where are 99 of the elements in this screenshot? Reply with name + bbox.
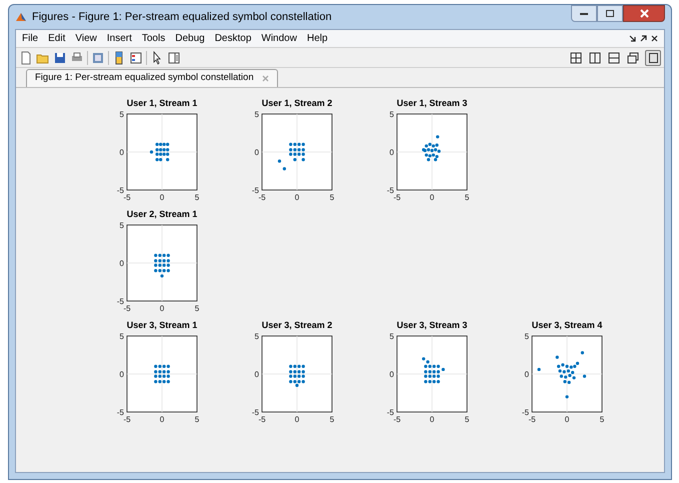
tick-label: -5 [123, 193, 131, 202]
tick-label: -5 [386, 186, 394, 195]
grid-layout-icon[interactable] [569, 50, 583, 64]
tick-label: 0 [430, 415, 434, 424]
tick-label: 5 [194, 304, 200, 313]
data-point [565, 395, 569, 398]
tick-label: 0 [120, 259, 124, 268]
chart-title: User 3, Stream 3 [396, 320, 468, 331]
tick-label: 0 [254, 148, 259, 157]
tick-label: 0 [430, 193, 434, 202]
menu-item[interactable]: Debug [175, 31, 205, 46]
tick-label: -5 [386, 408, 394, 417]
data-point [302, 158, 305, 162]
tick-label: 0 [120, 148, 124, 157]
close-button[interactable] [623, 5, 665, 22]
tick-label: 0 [294, 415, 300, 424]
rows-layout-icon[interactable] [607, 50, 621, 64]
tick-label: -5 [393, 415, 401, 424]
property-panel-icon[interactable] [167, 50, 181, 64]
menu-item[interactable]: Help [306, 31, 328, 46]
data-point [166, 158, 170, 162]
data-point [160, 274, 164, 278]
menu-item[interactable]: Insert [106, 31, 132, 46]
tick-label: 0 [390, 148, 394, 157]
tick-label: 0 [160, 193, 164, 202]
tick-label: -5 [123, 415, 131, 424]
tick-label: -5 [522, 408, 529, 417]
dock-arrow-icon[interactable] [629, 35, 636, 42]
window-title: Figures - Figure 1: Per-stream equalized symbol constellation [32, 10, 332, 25]
chart-title: User 3, Stream 1 [126, 320, 198, 331]
minimize-button[interactable] [571, 5, 597, 22]
data-point [556, 356, 559, 359]
chart-title: User 1, Stream 2 [260, 98, 334, 109]
close-icon[interactable] [651, 35, 658, 42]
tick-label: -5 [116, 297, 124, 306]
data-point [293, 158, 296, 162]
tick-label: 5 [390, 332, 394, 341]
maximize-layout-button[interactable] [645, 50, 661, 66]
tick-label: 0 [120, 370, 124, 379]
close-icon [640, 9, 648, 18]
data-point [537, 368, 541, 372]
data-point [582, 374, 586, 378]
tick-label: -5 [393, 193, 401, 202]
tick-label: -5 [258, 193, 266, 202]
chart-title: User 1, Stream 3 [396, 98, 468, 109]
tick-label: 0 [254, 370, 259, 379]
chart-title: User 2, Stream 1 [126, 209, 198, 220]
tick-label: 5 [464, 415, 470, 424]
chart-title: User 1, Stream 1 [126, 98, 198, 109]
tick-label: -5 [116, 408, 124, 417]
data-point [150, 150, 154, 154]
tick-label: 5 [194, 193, 200, 202]
tick-label: 5 [600, 415, 604, 424]
chart-title: User 3, Stream 4 [530, 320, 604, 331]
menu-item[interactable]: File [22, 31, 38, 46]
tick-label: -5 [123, 304, 131, 313]
columns-layout-icon[interactable] [588, 50, 602, 64]
tick-label: 5 [330, 193, 334, 202]
tick-label: 5 [390, 110, 394, 119]
tick-label: -5 [528, 415, 536, 424]
tick-label: -5 [252, 408, 259, 417]
app-logo-icon [15, 11, 27, 23]
tick-label: 0 [564, 415, 570, 424]
tick-label: 5 [524, 332, 529, 341]
save-icon[interactable] [53, 50, 67, 64]
data-point [278, 160, 282, 163]
tick-label: 5 [254, 110, 259, 119]
tick-label: 5 [120, 332, 124, 341]
tick-label: 5 [194, 415, 200, 424]
tick-label: -5 [258, 415, 266, 424]
data-point [580, 351, 584, 354]
legend-icon[interactable] [129, 50, 143, 64]
menu-item[interactable]: View [75, 31, 97, 46]
tick-label: 5 [330, 415, 334, 424]
tick-label: 5 [120, 221, 124, 230]
maximize-button[interactable] [597, 5, 623, 22]
data-point [436, 135, 440, 138]
tick-label: 0 [294, 193, 300, 202]
link-plot-icon[interactable] [91, 50, 105, 64]
figure-tab[interactable]: Figure 1: Per-stream equalized symbol constellation [26, 69, 278, 87]
data-point [442, 368, 445, 372]
tick-label: 5 [254, 332, 259, 341]
tick-label: 0 [390, 370, 394, 379]
float-window-icon[interactable] [626, 50, 640, 64]
new-file-icon[interactable] [19, 50, 33, 64]
undock-arrow-icon[interactable] [640, 35, 647, 42]
menu-item[interactable]: Desktop [214, 31, 252, 46]
data-point [282, 167, 286, 170]
menu-item[interactable]: Edit [48, 31, 66, 46]
tick-label: 5 [120, 110, 124, 119]
tick-label: 0 [160, 304, 164, 313]
tick-label: 0 [524, 370, 529, 379]
tick-label: 0 [160, 415, 164, 424]
menu-item[interactable]: Tools [142, 31, 166, 46]
chart-title: User 3, Stream 2 [260, 320, 334, 331]
tick-label: 5 [464, 193, 470, 202]
tick-label: -5 [252, 186, 259, 195]
menu-item[interactable]: Window [261, 31, 297, 46]
tick-label: -5 [116, 186, 124, 195]
